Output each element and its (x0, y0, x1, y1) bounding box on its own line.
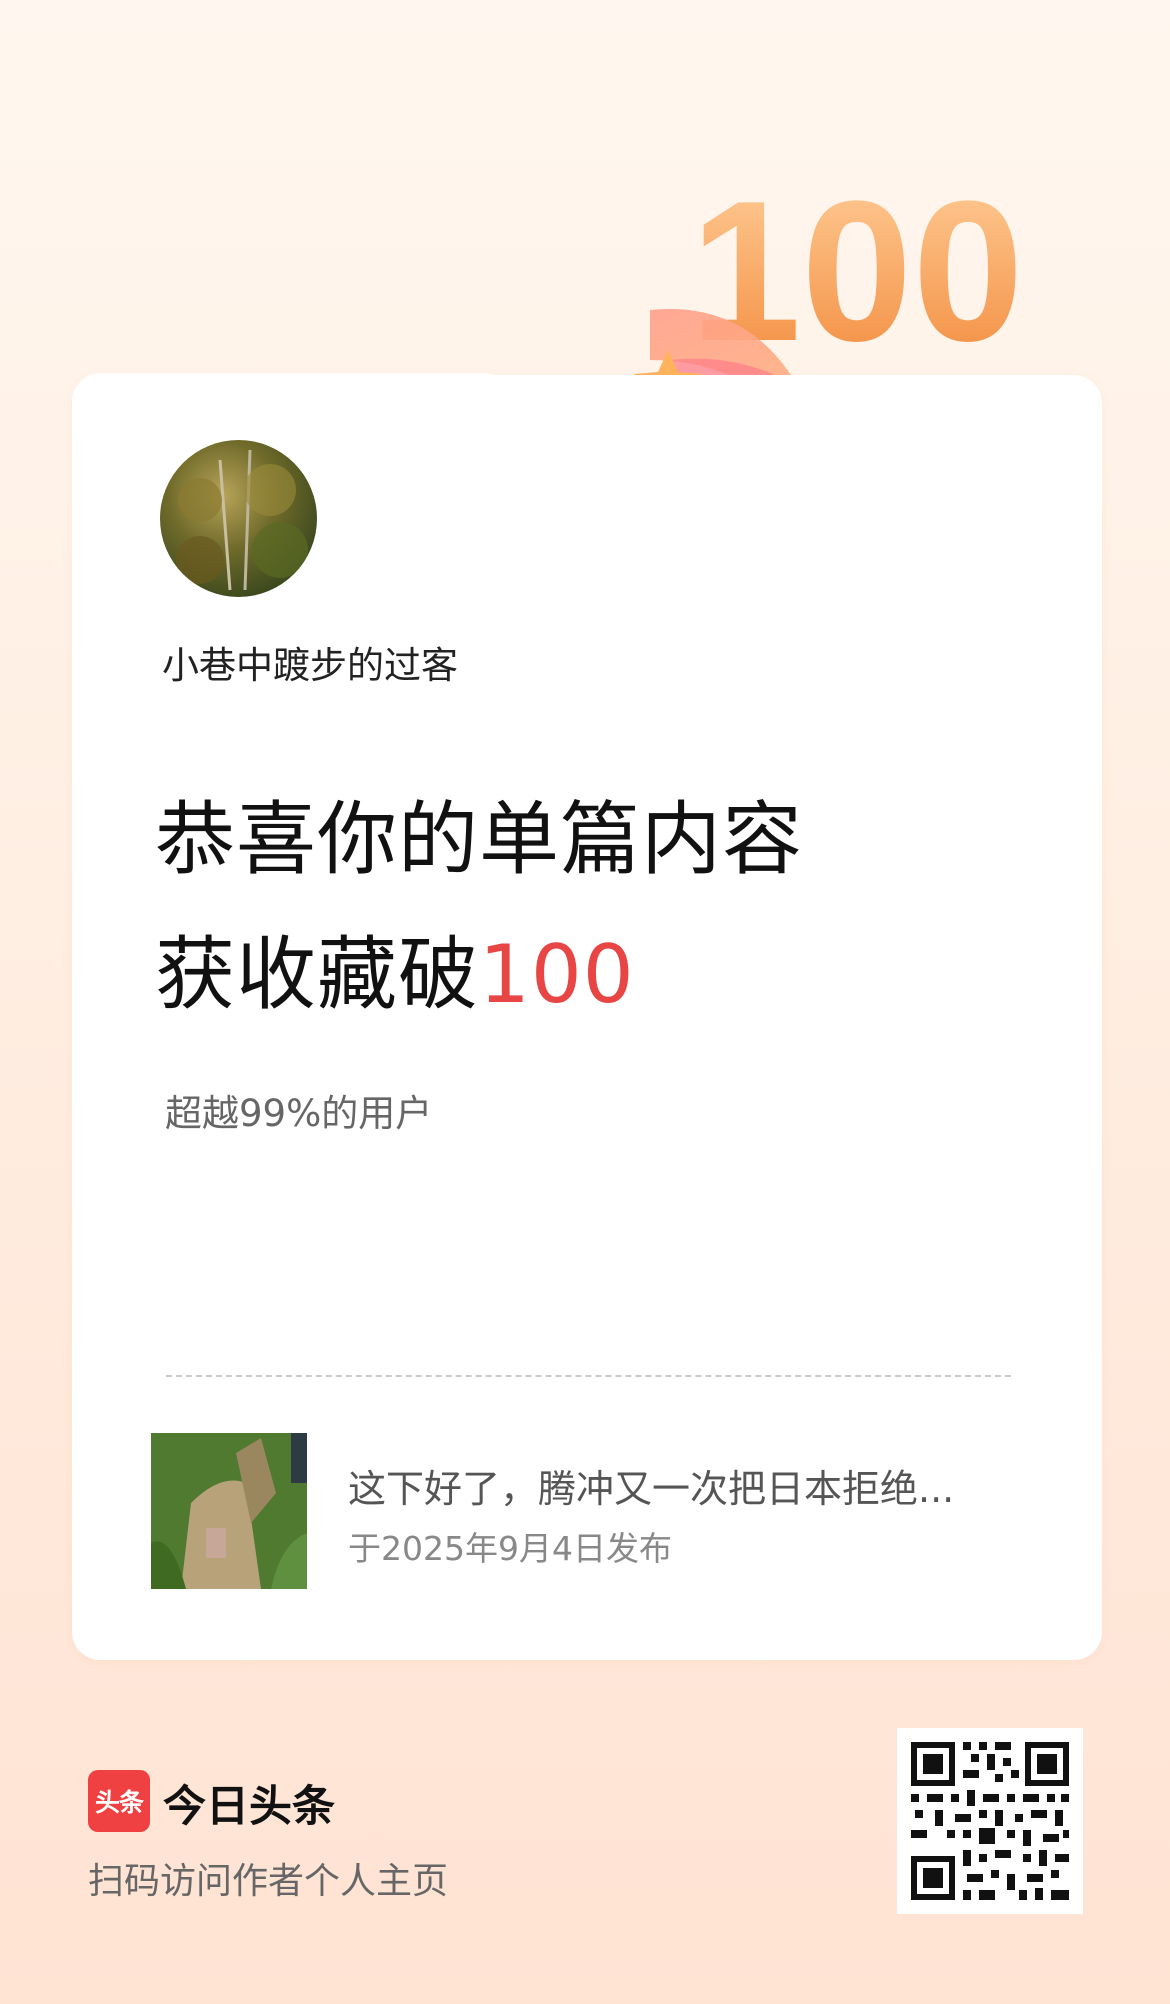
qr-code-icon (897, 1728, 1083, 1914)
toutiao-logo-icon: 头条 (88, 1770, 150, 1832)
author-avatar[interactable] (160, 440, 317, 597)
qr-code[interactable] (897, 1728, 1083, 1914)
avatar-image-icon (176, 449, 308, 591)
article-thumbnail[interactable] (151, 1433, 307, 1589)
thumbnail-image-icon (151, 1433, 307, 1589)
article-title[interactable]: 这下好了，腾冲又一次把日本拒绝... (348, 1458, 1013, 1513)
dashed-divider (166, 1375, 1011, 1377)
headline-prefix: 获收藏破 (155, 928, 479, 1021)
author-name[interactable]: 小巷中踱步的过客 (162, 635, 458, 689)
ranking-subtitle: 超越99%的用户 (165, 1092, 433, 1135)
scan-hint: 扫码访问作者个人主页 (88, 1861, 449, 1902)
app-name: 今日头条 (163, 1782, 335, 1832)
headline-line-1: 恭喜你的单篇内容 (155, 793, 803, 886)
headline-line-2: 获收藏破100 (155, 935, 635, 1015)
article-date: 于2025年9月4日发布 (348, 1529, 672, 1568)
headline-value: 100 (479, 928, 635, 1021)
